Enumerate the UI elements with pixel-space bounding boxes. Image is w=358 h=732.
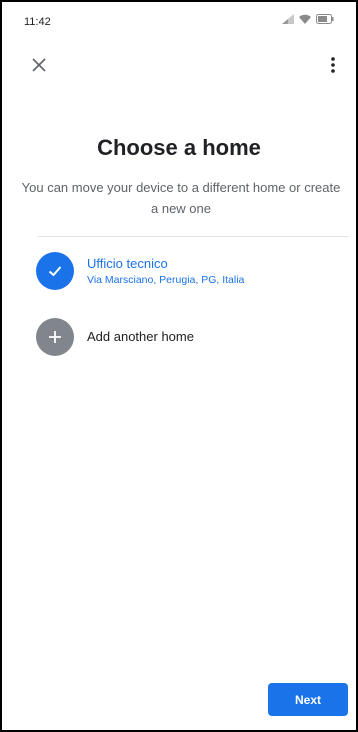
home-address: Via Marsciano, Perugia, PG, Italia xyxy=(87,274,245,286)
add-home-label: Add another home xyxy=(87,329,194,344)
status-time: 11:42 xyxy=(24,16,51,28)
divider xyxy=(38,236,348,237)
status-bar: 11:42 xyxy=(2,2,356,38)
more-vert-icon xyxy=(324,57,342,80)
add-another-home-button[interactable]: Add another home xyxy=(36,318,346,358)
page-subtitle: You can move your device to a different … xyxy=(21,180,341,216)
signal-icon xyxy=(282,14,294,24)
phone-screen: 11:42 Choose a home You can move your de… xyxy=(0,0,358,732)
add-icon xyxy=(36,318,74,356)
status-icons xyxy=(282,14,334,24)
next-button[interactable]: Next xyxy=(268,683,348,716)
battery-icon xyxy=(316,14,334,24)
more-options-button[interactable] xyxy=(324,54,342,76)
home-option-ufficio-tecnico[interactable]: Ufficio tecnico Via Marsciano, Perugia, … xyxy=(36,252,346,292)
page-title: Choose a home xyxy=(97,135,261,160)
close-button[interactable] xyxy=(28,54,50,76)
home-name: Ufficio tecnico xyxy=(87,256,168,271)
top-bar xyxy=(2,46,356,82)
close-icon xyxy=(28,58,50,80)
selected-check-icon xyxy=(36,252,74,290)
wifi-icon xyxy=(299,14,311,24)
